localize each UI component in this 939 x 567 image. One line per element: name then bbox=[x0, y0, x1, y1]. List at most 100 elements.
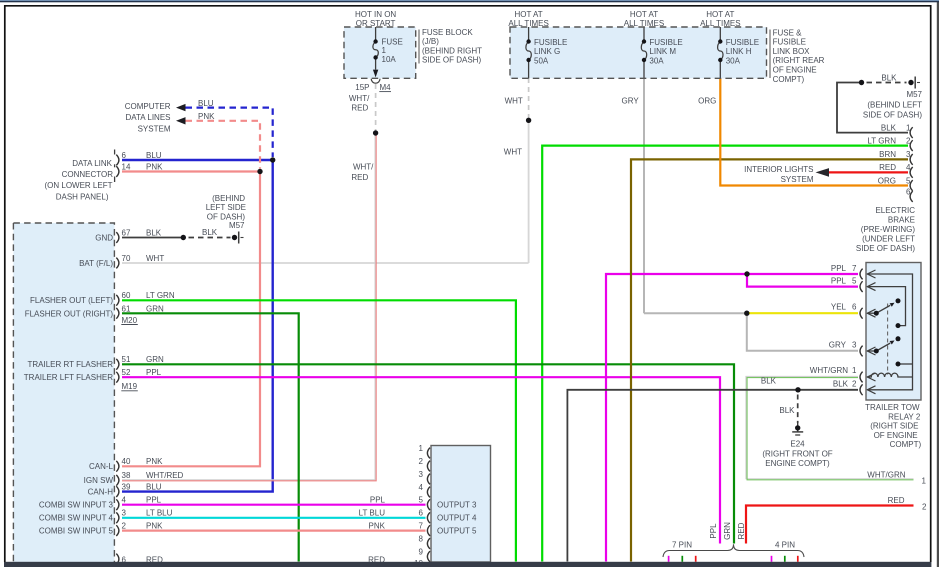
svg-text:LINK G: LINK G bbox=[534, 47, 560, 56]
svg-text:INTERIOR LIGHTS: INTERIOR LIGHTS bbox=[744, 165, 813, 174]
svg-text:ALL TIMES: ALL TIMES bbox=[624, 19, 664, 28]
svg-text:61: 61 bbox=[122, 304, 131, 313]
svg-text:PPL: PPL bbox=[831, 264, 847, 273]
svg-text:6: 6 bbox=[122, 151, 127, 160]
svg-text:ALL TIMES: ALL TIMES bbox=[700, 19, 740, 28]
svg-text:DATA LINES: DATA LINES bbox=[125, 113, 170, 122]
svg-text:WHT: WHT bbox=[505, 97, 523, 106]
svg-text:OUTPUT 4: OUTPUT 4 bbox=[437, 514, 477, 523]
svg-text:6: 6 bbox=[906, 187, 911, 196]
svg-text:2: 2 bbox=[922, 502, 927, 511]
svg-text:RELAY 2: RELAY 2 bbox=[888, 412, 921, 421]
svg-text:FUSIBLE: FUSIBLE bbox=[773, 38, 806, 47]
svg-text:BRN: BRN bbox=[879, 150, 896, 159]
svg-text:1: 1 bbox=[906, 123, 911, 132]
svg-text:PPL: PPL bbox=[831, 277, 847, 286]
svg-text:COMBI SW INPUT 5: COMBI SW INPUT 5 bbox=[39, 527, 114, 536]
svg-text:(RIGHT SIDE: (RIGHT SIDE bbox=[870, 422, 918, 431]
svg-text:OUTPUT 5: OUTPUT 5 bbox=[437, 527, 477, 536]
svg-text:OF ENGINE: OF ENGINE bbox=[874, 431, 918, 440]
svg-text:RED: RED bbox=[737, 522, 746, 539]
svg-text:(BEHIND LEFT: (BEHIND LEFT bbox=[867, 100, 922, 109]
svg-text:LT GRN: LT GRN bbox=[867, 136, 896, 145]
svg-text:SYSTEM: SYSTEM bbox=[781, 175, 814, 184]
svg-text:(UNDER LEFT: (UNDER LEFT bbox=[862, 235, 915, 244]
svg-text:PPL: PPL bbox=[146, 368, 162, 377]
svg-text:COMBI SW INPUT 3: COMBI SW INPUT 3 bbox=[39, 501, 114, 510]
svg-text:70: 70 bbox=[122, 254, 131, 263]
svg-text:52: 52 bbox=[122, 368, 131, 377]
svg-text:30A: 30A bbox=[649, 57, 664, 66]
svg-text:LT BLU: LT BLU bbox=[359, 509, 386, 518]
svg-text:BLU: BLU bbox=[146, 151, 162, 160]
svg-text:LINK BOX: LINK BOX bbox=[773, 47, 811, 56]
svg-text:WHT/RED: WHT/RED bbox=[146, 471, 184, 480]
svg-text:60: 60 bbox=[122, 291, 131, 300]
svg-text:BLK: BLK bbox=[779, 406, 795, 415]
svg-text:40: 40 bbox=[122, 457, 131, 466]
svg-text:M57: M57 bbox=[229, 221, 245, 230]
svg-text:PNK: PNK bbox=[369, 521, 386, 530]
svg-text:GRN: GRN bbox=[146, 304, 164, 313]
svg-text:GND: GND bbox=[95, 233, 113, 242]
svg-text:CAN-H: CAN-H bbox=[88, 488, 114, 497]
svg-text:3: 3 bbox=[906, 150, 911, 159]
svg-text:ENGINE COMPT): ENGINE COMPT) bbox=[765, 459, 830, 468]
svg-text:BLU: BLU bbox=[198, 99, 214, 108]
svg-text:WHT/: WHT/ bbox=[353, 163, 374, 172]
svg-text:BLK: BLK bbox=[761, 376, 777, 385]
svg-text:1: 1 bbox=[419, 444, 424, 453]
svg-text:SYSTEM: SYSTEM bbox=[138, 124, 171, 133]
svg-text:(PRE-WIRING): (PRE-WIRING) bbox=[861, 225, 916, 234]
svg-text:ORG: ORG bbox=[698, 97, 716, 106]
svg-text:(RIGHT FRONT OF: (RIGHT FRONT OF bbox=[762, 449, 832, 458]
svg-text:7 PIN: 7 PIN bbox=[672, 541, 692, 550]
svg-text:ALL TIMES: ALL TIMES bbox=[508, 19, 548, 28]
svg-text:PNK: PNK bbox=[146, 457, 163, 466]
svg-text:2: 2 bbox=[852, 379, 857, 388]
svg-text:M19: M19 bbox=[122, 382, 138, 391]
svg-text:FUSE: FUSE bbox=[382, 37, 403, 46]
svg-text:GRN: GRN bbox=[723, 522, 732, 540]
svg-text:TRAILER TOW: TRAILER TOW bbox=[865, 403, 920, 412]
svg-text:3: 3 bbox=[852, 341, 857, 350]
svg-text:HOT AT: HOT AT bbox=[706, 10, 734, 19]
svg-text:GRY: GRY bbox=[621, 97, 639, 106]
svg-text:YEL: YEL bbox=[831, 302, 847, 311]
svg-text:PPL: PPL bbox=[709, 523, 718, 539]
svg-text:4: 4 bbox=[122, 496, 127, 505]
svg-text:DASH PANEL): DASH PANEL) bbox=[56, 192, 109, 201]
svg-text:(BEHIND RIGHT: (BEHIND RIGHT bbox=[422, 46, 482, 55]
svg-text:PNK: PNK bbox=[146, 162, 163, 171]
svg-text:OUTPUT 3: OUTPUT 3 bbox=[437, 501, 477, 510]
svg-text:M57: M57 bbox=[906, 90, 922, 99]
svg-text:LT GRN: LT GRN bbox=[146, 291, 175, 300]
svg-text:BLK: BLK bbox=[833, 379, 849, 388]
svg-text:WHT: WHT bbox=[146, 254, 164, 263]
svg-text:WHT/GRN: WHT/GRN bbox=[810, 366, 848, 375]
svg-text:M4: M4 bbox=[380, 83, 392, 92]
svg-text:GRY: GRY bbox=[829, 341, 847, 350]
svg-text:BAT (F/L): BAT (F/L) bbox=[79, 259, 113, 268]
svg-text:BRAKE: BRAKE bbox=[888, 216, 915, 225]
svg-text:COMPT): COMPT) bbox=[773, 75, 805, 84]
svg-text:4: 4 bbox=[906, 163, 911, 172]
svg-text:67: 67 bbox=[122, 228, 131, 237]
svg-text:14: 14 bbox=[122, 162, 131, 171]
svg-text:5: 5 bbox=[906, 176, 911, 185]
svg-text:FLASHER OUT (LEFT): FLASHER OUT (LEFT) bbox=[30, 296, 113, 305]
svg-text:BLK: BLK bbox=[881, 123, 897, 132]
svg-text:3: 3 bbox=[122, 509, 127, 518]
svg-text:2: 2 bbox=[906, 136, 911, 145]
svg-text:PPL: PPL bbox=[370, 496, 386, 505]
svg-text:HOT AT: HOT AT bbox=[515, 10, 543, 19]
svg-text:GRN: GRN bbox=[146, 355, 164, 364]
svg-text:OF ENGINE: OF ENGINE bbox=[773, 66, 817, 75]
svg-text:8: 8 bbox=[419, 534, 424, 543]
svg-text:4 PIN: 4 PIN bbox=[775, 541, 795, 550]
svg-text:PNK: PNK bbox=[198, 112, 215, 121]
svg-text:TRAILER RT FLASHER: TRAILER RT FLASHER bbox=[27, 360, 113, 369]
svg-text:COMPUTER: COMPUTER bbox=[125, 102, 171, 111]
svg-text:PPL: PPL bbox=[146, 496, 162, 505]
svg-text:COMBI SW INPUT 4: COMBI SW INPUT 4 bbox=[39, 514, 114, 523]
